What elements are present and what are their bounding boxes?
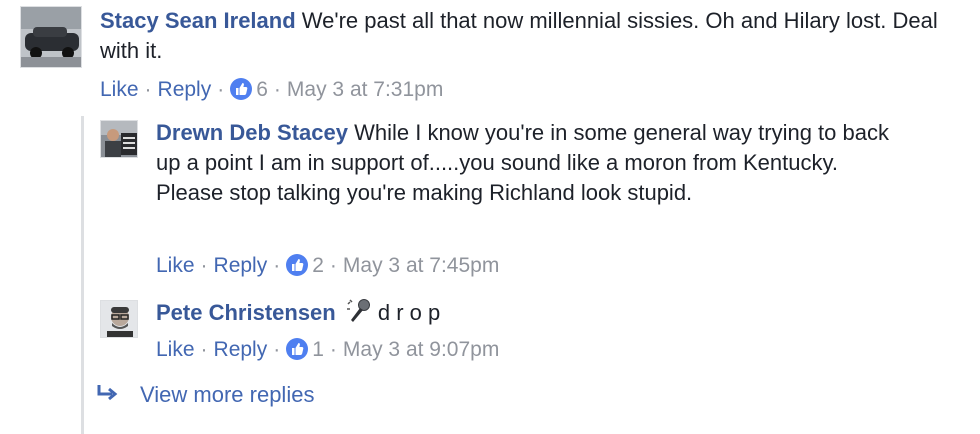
reply-avatar[interactable] [100,300,138,338]
reaction-count[interactable]: 6 [256,78,268,101]
comment-actions: Like · Reply · 6 · May 3 at 7:31pm [100,76,443,104]
comment-author[interactable]: Stacy Sean Ireland [100,8,296,33]
separator: · [144,78,152,101]
separator: · [273,78,281,101]
microphone-emoji-icon [346,298,372,332]
reply-actions: Like · Reply · 2 · May 3 at 7:45pm [156,252,499,280]
car-photo-avatar [21,7,81,67]
like-button[interactable]: Like [100,78,139,101]
like-button[interactable]: Like [156,254,195,277]
reply-body: Drewn Deb Stacey While I know you're in … [156,118,916,208]
like-reaction-icon[interactable] [286,338,309,360]
man-glasses-avatar [101,301,137,337]
view-more-replies[interactable]: View more replies [96,380,314,411]
separator: · [329,338,337,361]
timestamp[interactable]: May 3 at 7:31pm [287,78,443,101]
view-more-label[interactable]: View more replies [140,382,314,407]
reply: Pete Christensen d r o p Like · Reply · 1 · Ma… [0,290,980,370]
reply-text-line: Please stop talking you're making Richla… [156,180,693,205]
reaction-count[interactable]: 1 [312,338,324,361]
commenter-avatar[interactable] [20,6,82,68]
reply-button[interactable]: Reply [214,338,268,361]
comment: Stacy Sean Ireland We're past all that n… [0,0,980,110]
like-button[interactable]: Like [156,338,195,361]
reply-body: Pete Christensen d r o p [156,298,916,332]
separator: · [200,338,208,361]
reply-author[interactable]: Drewn Deb Stacey [156,120,348,145]
separator: · [329,254,337,277]
reply-arrow-icon [96,381,120,411]
timestamp[interactable]: May 3 at 9:07pm [343,338,499,361]
reply-button[interactable]: Reply [214,254,268,277]
reply-actions: Like · Reply · 1 · May 3 at 9:07pm [156,336,499,364]
reply-avatar[interactable] [100,120,138,158]
comment-body: Stacy Sean Ireland We're past all that n… [100,6,940,66]
like-reaction-icon[interactable] [286,254,309,276]
reply: Drewn Deb Stacey While I know you're in … [0,110,980,280]
reaction-count[interactable]: 2 [312,254,324,277]
reply-text: d r o p [377,300,441,325]
reply-author[interactable]: Pete Christensen [156,300,336,325]
reply-button[interactable]: Reply [158,78,212,101]
like-reaction-icon[interactable] [230,78,253,100]
separator: · [217,78,225,101]
protest-sign-avatar [101,121,137,157]
timestamp[interactable]: May 3 at 7:45pm [343,254,499,277]
separator: · [200,254,208,277]
separator: · [273,254,281,277]
separator: · [273,338,281,361]
